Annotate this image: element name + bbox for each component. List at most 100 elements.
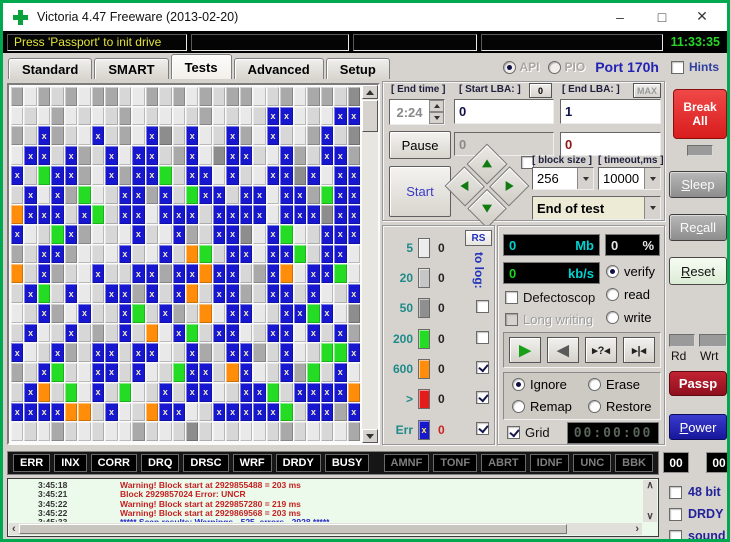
- spin-up-button[interactable]: [429, 100, 444, 112]
- scroll-left-icon[interactable]: ‹: [12, 523, 16, 535]
- log-lines[interactable]: 3:45:18Warning! Block start at 292985548…: [8, 481, 642, 522]
- seek-end-button[interactable]: ▸|◂: [623, 337, 655, 363]
- minimize-button[interactable]: –: [605, 3, 635, 30]
- scroll-up-icon[interactable]: ∧: [646, 480, 653, 491]
- block-cell: [334, 87, 346, 106]
- tab-setup[interactable]: Setup: [326, 58, 390, 79]
- block-cell: [132, 107, 144, 126]
- scroll-down-button[interactable]: [362, 429, 378, 443]
- tab-advanced[interactable]: Advanced: [234, 58, 324, 79]
- block-cell: [321, 343, 333, 362]
- grid-checkbox[interactable]: [507, 426, 520, 439]
- spin-down-button[interactable]: [429, 112, 444, 124]
- block-cell: [321, 324, 333, 343]
- stat-label: Err: [383, 423, 413, 437]
- defectoscop-check[interactable]: Defectoscop: [505, 290, 595, 305]
- log-checkbox[interactable]: [476, 331, 489, 344]
- dropdown-arrow-icon[interactable]: [644, 168, 660, 189]
- play-button[interactable]: ▶: [509, 337, 541, 363]
- check-48-bit[interactable]: 48 bit: [669, 484, 721, 500]
- api-radio[interactable]: [503, 61, 516, 74]
- recall-button[interactable]: Recall: [669, 214, 727, 241]
- action-remap[interactable]: Remap: [512, 399, 572, 414]
- power-button[interactable]: Power: [669, 414, 727, 440]
- mode-verify[interactable]: verify: [606, 264, 655, 279]
- log-checkbox[interactable]: [476, 300, 489, 313]
- block-cell: x: [280, 304, 292, 323]
- long-writing-check[interactable]: Long writing: [505, 312, 593, 327]
- block-cell: [78, 186, 90, 205]
- step-back-button[interactable]: ◀: [547, 337, 579, 363]
- log-checkbox[interactable]: [476, 422, 489, 435]
- block-cell: x: [51, 343, 63, 362]
- reset-button[interactable]: Reset: [669, 257, 727, 285]
- log-checkbox[interactable]: [476, 391, 489, 404]
- start-lba-quick-button[interactable]: 0: [529, 83, 552, 98]
- close-button[interactable]: ✕: [687, 3, 717, 30]
- scroll-up-button[interactable]: [362, 85, 378, 99]
- tab-standard[interactable]: Standard: [8, 58, 92, 79]
- radio-read[interactable]: [606, 288, 619, 301]
- check-drdy[interactable]: DRDY: [669, 506, 723, 522]
- tab-smart[interactable]: SMART: [94, 58, 168, 79]
- timeout-label: [ timeout,ms ]: [598, 155, 664, 166]
- block-cell: [307, 245, 319, 264]
- block-cell: x: [146, 264, 158, 283]
- log-vscrollbar[interactable]: ∧ ∨: [643, 480, 657, 522]
- action-erase[interactable]: Erase: [588, 377, 640, 392]
- long-writing-checkbox[interactable]: [505, 313, 518, 326]
- end-lba-input[interactable]: 1: [560, 99, 661, 124]
- radio-remap[interactable]: [512, 400, 525, 413]
- checkbox[interactable]: [669, 508, 682, 521]
- mode-label: verify: [624, 264, 655, 279]
- block-cell: x: [280, 186, 292, 205]
- action-restore[interactable]: Restore: [588, 399, 652, 414]
- passport-button[interactable]: Passp: [669, 371, 727, 396]
- block-cell: [92, 225, 104, 244]
- log-hscrollbar[interactable]: ‹ ›: [9, 523, 642, 535]
- grid-scrollbar[interactable]: [362, 85, 378, 443]
- max-lba-button[interactable]: MAX: [633, 83, 661, 98]
- checkbox[interactable]: [669, 530, 682, 542]
- pio-radio[interactable]: [548, 61, 561, 74]
- radio-restore[interactable]: [588, 400, 601, 413]
- radio-verify[interactable]: [606, 265, 619, 278]
- grid-check[interactable]: Grid: [507, 425, 550, 440]
- scroll-thumb[interactable]: [362, 100, 378, 132]
- radio-erase[interactable]: [588, 378, 601, 391]
- radio-ignore[interactable]: [512, 378, 525, 391]
- block-cell: x: [253, 403, 265, 422]
- block-cell: x: [92, 363, 104, 382]
- hints-checkbox[interactable]: [671, 61, 684, 74]
- end-time-spinner[interactable]: 2:24: [389, 99, 445, 125]
- mode-read[interactable]: read: [606, 287, 650, 302]
- block-cell: x: [51, 205, 63, 224]
- stat-row: 2000: [383, 329, 494, 351]
- mode-write[interactable]: write: [606, 310, 651, 325]
- tab-tests[interactable]: Tests: [171, 54, 232, 79]
- check-sound[interactable]: sound: [669, 528, 726, 542]
- break-all-button[interactable]: Break All: [673, 89, 727, 139]
- checkbox[interactable]: [669, 486, 682, 499]
- dropdown-arrow-icon[interactable]: [577, 168, 593, 189]
- start-lba-input[interactable]: 0: [454, 99, 554, 124]
- pause-button[interactable]: Pause: [389, 131, 451, 159]
- action-ignore[interactable]: Ignore: [512, 377, 567, 392]
- hscroll-thumb[interactable]: [19, 524, 567, 534]
- defectoscop-checkbox[interactable]: [505, 291, 518, 304]
- seek-error-button[interactable]: ▸?◂: [585, 337, 617, 363]
- block-cell: [280, 126, 292, 145]
- timeout-select[interactable]: 10000: [598, 167, 661, 190]
- scroll-right-icon[interactable]: ›: [635, 523, 639, 535]
- sleep-button[interactable]: Sleep: [669, 171, 727, 198]
- dropdown-arrow-icon[interactable]: [644, 197, 660, 219]
- block-size-select[interactable]: 256: [532, 167, 594, 190]
- scroll-down-icon[interactable]: ∨: [646, 511, 653, 522]
- start-button[interactable]: Start: [389, 166, 451, 217]
- block-cell: [105, 87, 117, 106]
- block-cell: [78, 126, 90, 145]
- maximize-button[interactable]: □: [647, 3, 677, 30]
- radio-write[interactable]: [606, 311, 619, 324]
- end-of-test-select[interactable]: End of test: [532, 196, 661, 220]
- log-checkbox[interactable]: [476, 361, 489, 374]
